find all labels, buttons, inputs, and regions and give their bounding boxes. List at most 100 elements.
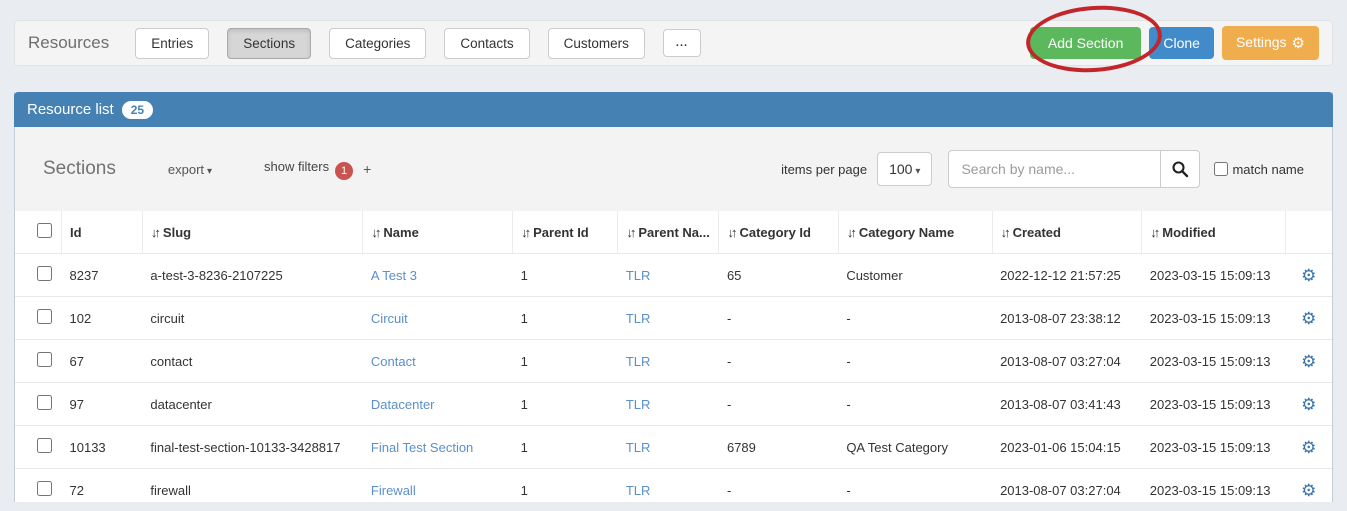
column-header-parent-name[interactable]: ↓↑ Parent Na... [618, 211, 719, 254]
tab-sections[interactable]: Sections [227, 28, 311, 59]
settings-button[interactable]: Settings⚙ [1222, 26, 1319, 60]
section-title: Sections [43, 158, 116, 180]
column-label: Slug [163, 225, 191, 240]
match-name-option: match name [1214, 162, 1304, 177]
row-settings-gear-icon[interactable]: ⚙ [1301, 481, 1316, 500]
cell-slug: circuit [142, 297, 363, 340]
sort-icon[interactable]: ↓↑ [521, 225, 528, 240]
resource-list-panel: Resource list 25 Sections export▾ show f… [14, 92, 1333, 502]
sort-icon[interactable]: ↓↑ [626, 225, 633, 240]
column-header-category-id[interactable]: ↓↑Category Id [719, 211, 838, 254]
show-filters-link[interactable]: show filters1 [264, 159, 353, 180]
parent-name-link[interactable]: TLR [626, 268, 651, 283]
cell-id: 10133 [62, 426, 143, 469]
parent-name-link[interactable]: TLR [626, 440, 651, 455]
export-dropdown[interactable]: export▾ [168, 162, 212, 177]
column-header-category-name[interactable]: ↓↑Category Name [838, 211, 992, 254]
page-title: Resources [28, 33, 109, 53]
row-checkbox[interactable] [37, 309, 52, 324]
cell-parent-id: 1 [513, 340, 618, 383]
row-settings-gear-icon[interactable]: ⚙ [1301, 438, 1316, 457]
row-checkbox[interactable] [37, 266, 52, 281]
row-settings-gear-icon[interactable]: ⚙ [1301, 352, 1316, 371]
panel-title: Resource list [27, 101, 114, 118]
row-settings-gear-icon[interactable]: ⚙ [1301, 309, 1316, 328]
column-header-modified[interactable]: ↓↑Modified [1142, 211, 1286, 254]
column-label: Parent Id [533, 225, 589, 240]
section-name-link[interactable]: Final Test Section [371, 440, 473, 455]
row-checkbox[interactable] [37, 481, 52, 496]
cell-category-id: - [719, 469, 838, 511]
cell-id: 8237 [62, 254, 143, 297]
table-row: 10133 final-test-section-10133-3428817 F… [15, 426, 1332, 469]
add-filter-link[interactable]: + [363, 161, 371, 177]
add-section-button[interactable]: Add Section [1030, 27, 1142, 59]
section-name-link[interactable]: Firewall [371, 483, 416, 498]
column-header-name[interactable]: ↓↑Name [363, 211, 513, 254]
match-name-checkbox[interactable] [1214, 162, 1228, 176]
cell-category-id: - [719, 340, 838, 383]
row-settings-gear-icon[interactable]: ⚙ [1301, 395, 1316, 414]
sections-table: Id ↓↑ Slug ↓↑Name ↓↑ Parent Id ↓↑ Parent Na… [15, 211, 1332, 511]
cell-category-id: 6789 [719, 426, 838, 469]
section-name-link[interactable]: A Test 3 [371, 268, 417, 283]
section-name-link[interactable]: Datacenter [371, 397, 435, 412]
tab-categories[interactable]: Categories [329, 28, 426, 59]
cell-parent-id: 1 [513, 297, 618, 340]
cell-modified: 2023-03-15 15:09:13 [1142, 340, 1286, 383]
cell-created: 2013-08-07 03:27:04 [992, 469, 1142, 511]
tab-customers[interactable]: Customers [548, 28, 645, 59]
select-all-checkbox[interactable] [37, 223, 52, 238]
top-toolbar: Resources Entries Sections Categories Co… [14, 20, 1333, 66]
chevron-down-icon: ▾ [207, 166, 212, 177]
section-name-link[interactable]: Contact [371, 354, 416, 369]
cell-modified: 2023-03-15 15:09:13 [1142, 383, 1286, 426]
section-name-link[interactable]: Circuit [371, 311, 408, 326]
tab-contacts[interactable]: Contacts [444, 28, 529, 59]
cell-category-name: - [838, 297, 992, 340]
cell-parent-id: 1 [513, 383, 618, 426]
panel-header: Resource list 25 [14, 92, 1333, 127]
cell-parent-id: 1 [513, 469, 618, 511]
items-per-page-dropdown[interactable]: 100▾ [877, 152, 932, 186]
magnifier-icon [1171, 160, 1189, 178]
gear-icon: ⚙ [1292, 35, 1305, 52]
cell-slug: datacenter [142, 383, 363, 426]
cell-slug: final-test-section-10133-3428817 [142, 426, 363, 469]
column-label: Id [70, 225, 82, 240]
clone-button[interactable]: Clone [1149, 27, 1214, 59]
row-checkbox[interactable] [37, 395, 52, 410]
parent-name-link[interactable]: TLR [626, 311, 651, 326]
sort-icon[interactable]: ↓↑ [1150, 225, 1157, 240]
column-label: Parent Na... [638, 225, 710, 240]
column-header-slug[interactable]: ↓↑ Slug [142, 211, 363, 254]
search-button[interactable] [1160, 150, 1200, 188]
search-group [948, 150, 1200, 188]
tab-entries[interactable]: Entries [135, 28, 209, 59]
parent-name-link[interactable]: TLR [626, 354, 651, 369]
parent-name-link[interactable]: TLR [626, 483, 651, 498]
cell-category-name: QA Test Category [838, 426, 992, 469]
sort-icon[interactable]: ↓↑ [371, 225, 378, 240]
cell-parent-id: 1 [513, 254, 618, 297]
table-row: 67 contact Contact 1 TLR - - 2013-08-07 … [15, 340, 1332, 383]
cell-category-name: - [838, 383, 992, 426]
cell-category-name: Customer [838, 254, 992, 297]
search-input[interactable] [948, 150, 1160, 188]
table-row: 8237 a-test-3-8236-2107225 A Test 3 1 TL… [15, 254, 1332, 297]
row-settings-gear-icon[interactable]: ⚙ [1301, 266, 1316, 285]
row-checkbox[interactable] [37, 438, 52, 453]
cell-id: 67 [62, 340, 143, 383]
sort-icon[interactable]: ↓↑ [847, 225, 854, 240]
show-filters-label: show filters [264, 159, 329, 174]
sort-icon[interactable]: ↓↑ [1001, 225, 1008, 240]
parent-name-link[interactable]: TLR [626, 397, 651, 412]
table-row: 97 datacenter Datacenter 1 TLR - - 2013-… [15, 383, 1332, 426]
more-tabs-button[interactable]: ... [663, 29, 701, 57]
column-header-created[interactable]: ↓↑Created [992, 211, 1142, 254]
sort-icon[interactable]: ↓↑ [727, 225, 734, 240]
column-header-parent-id[interactable]: ↓↑ Parent Id [513, 211, 618, 254]
cell-category-name: - [838, 340, 992, 383]
row-checkbox[interactable] [37, 352, 52, 367]
sort-icon[interactable]: ↓↑ [151, 225, 158, 240]
